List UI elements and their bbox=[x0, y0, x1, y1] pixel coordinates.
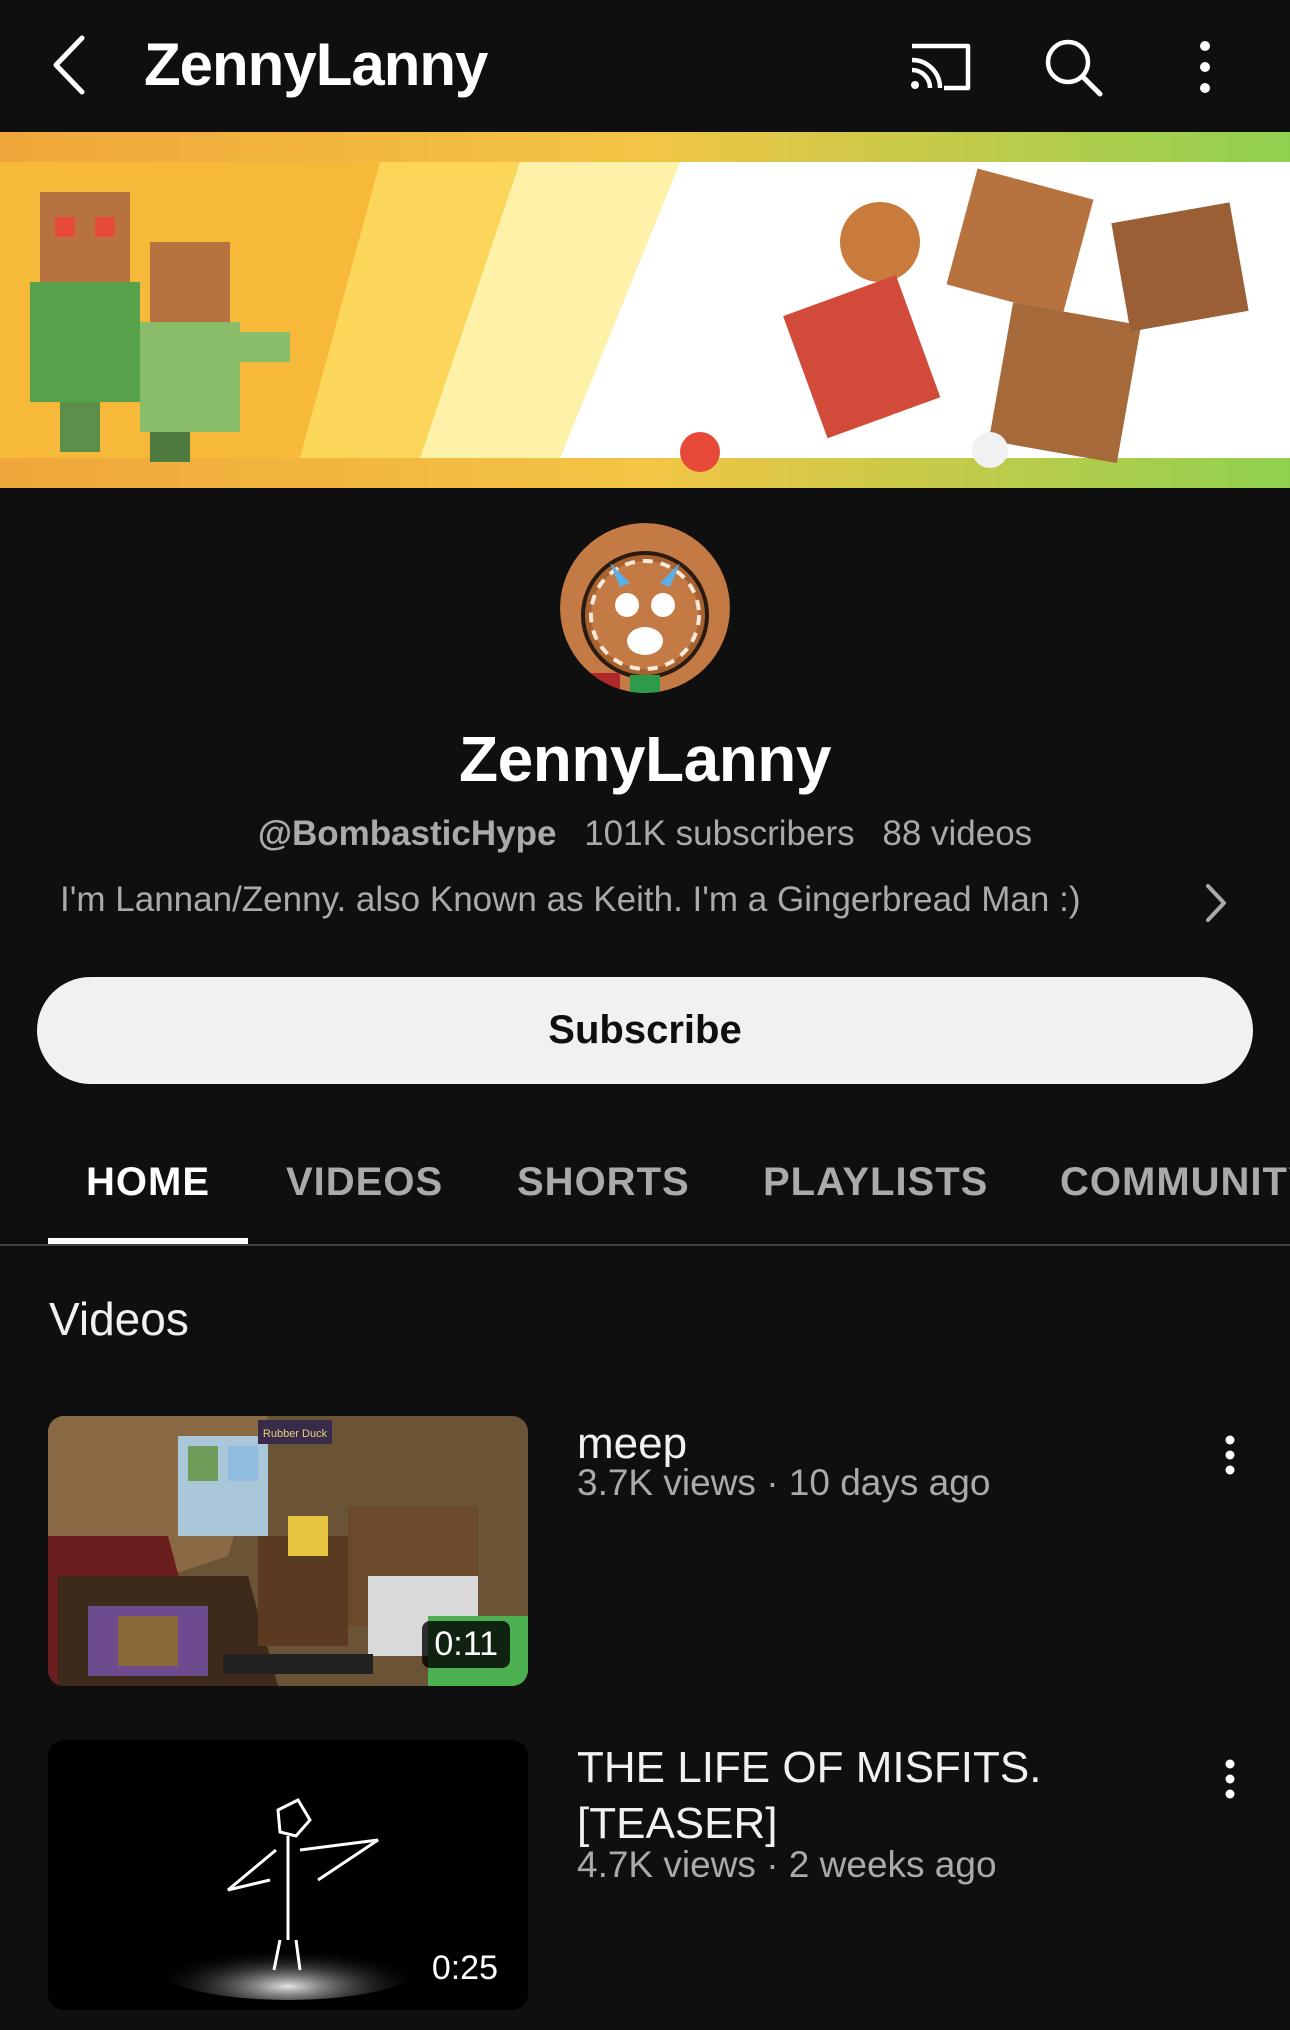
video-meta: 4.7K views · 2 weeks ago bbox=[577, 1844, 997, 1885]
chevron-right-icon bbox=[1190, 876, 1240, 930]
more-vert-icon[interactable] bbox=[1170, 32, 1240, 102]
video-thumbnail[interactable]: Rubber Duck 0:11 bbox=[48, 1416, 528, 1686]
subscribe-button[interactable]: Subscribe bbox=[37, 977, 1253, 1084]
video-item[interactable]: 0:25 THE LIFE OF MISFITS. [TEASER] 4.7K … bbox=[0, 1740, 1290, 2012]
tab-shorts[interactable]: SHORTS bbox=[517, 1160, 690, 1205]
channel-handle[interactable]: @BombasticHype bbox=[258, 814, 557, 853]
section-title: Videos bbox=[49, 1293, 189, 1345]
back-icon[interactable] bbox=[40, 30, 100, 100]
tab-community[interactable]: COMMUNITY bbox=[1060, 1160, 1290, 1205]
active-tab-indicator bbox=[48, 1238, 248, 1244]
channel-meta: @BombasticHype 101K subscribers 88 video… bbox=[0, 814, 1290, 854]
video-title[interactable]: THE LIFE OF MISFITS. [TEASER] bbox=[577, 1740, 1117, 1852]
video-duration: 0:25 bbox=[419, 1945, 510, 1992]
channel-page: ZennyLanny ZennyLanny @BombasticHype 101… bbox=[0, 0, 1290, 2030]
cast-icon[interactable] bbox=[906, 32, 976, 102]
tab-home[interactable]: HOME bbox=[86, 1160, 210, 1205]
channel-avatar[interactable] bbox=[560, 523, 730, 693]
channel-name: ZennyLanny bbox=[459, 723, 831, 795]
subscriber-count: 101K subscribers bbox=[584, 814, 855, 853]
channel-tabs: HOME VIDEOS SHORTS PLAYLISTS COMMUNITY bbox=[0, 1120, 1290, 1246]
top-app-bar: ZennyLanny bbox=[0, 0, 1290, 132]
video-count: 88 videos bbox=[882, 814, 1033, 853]
app-bar-title: ZennyLanny bbox=[144, 31, 488, 98]
channel-banner bbox=[0, 132, 1290, 488]
video-item[interactable]: Rubber Duck 0:11 meep 3.7K views · 10 da… bbox=[0, 1416, 1290, 1688]
video-duration: 0:11 bbox=[422, 1621, 510, 1668]
tab-videos[interactable]: VIDEOS bbox=[286, 1160, 443, 1205]
video-thumbnail[interactable]: 0:25 bbox=[48, 1740, 528, 2010]
channel-description[interactable]: I'm Lannan/Zenny. also Known as Keith. I… bbox=[60, 876, 1240, 930]
search-icon[interactable] bbox=[1038, 32, 1108, 102]
video-meta: 3.7K views · 10 days ago bbox=[577, 1462, 991, 1503]
channel-description-text: I'm Lannan/Zenny. also Known as Keith. I… bbox=[60, 880, 1081, 919]
more-vert-icon[interactable] bbox=[1210, 1752, 1250, 1812]
more-vert-icon[interactable] bbox=[1210, 1428, 1250, 1488]
thumbnail-overlay-label: Rubber Duck bbox=[263, 1428, 328, 1440]
tab-playlists[interactable]: PLAYLISTS bbox=[763, 1160, 988, 1205]
